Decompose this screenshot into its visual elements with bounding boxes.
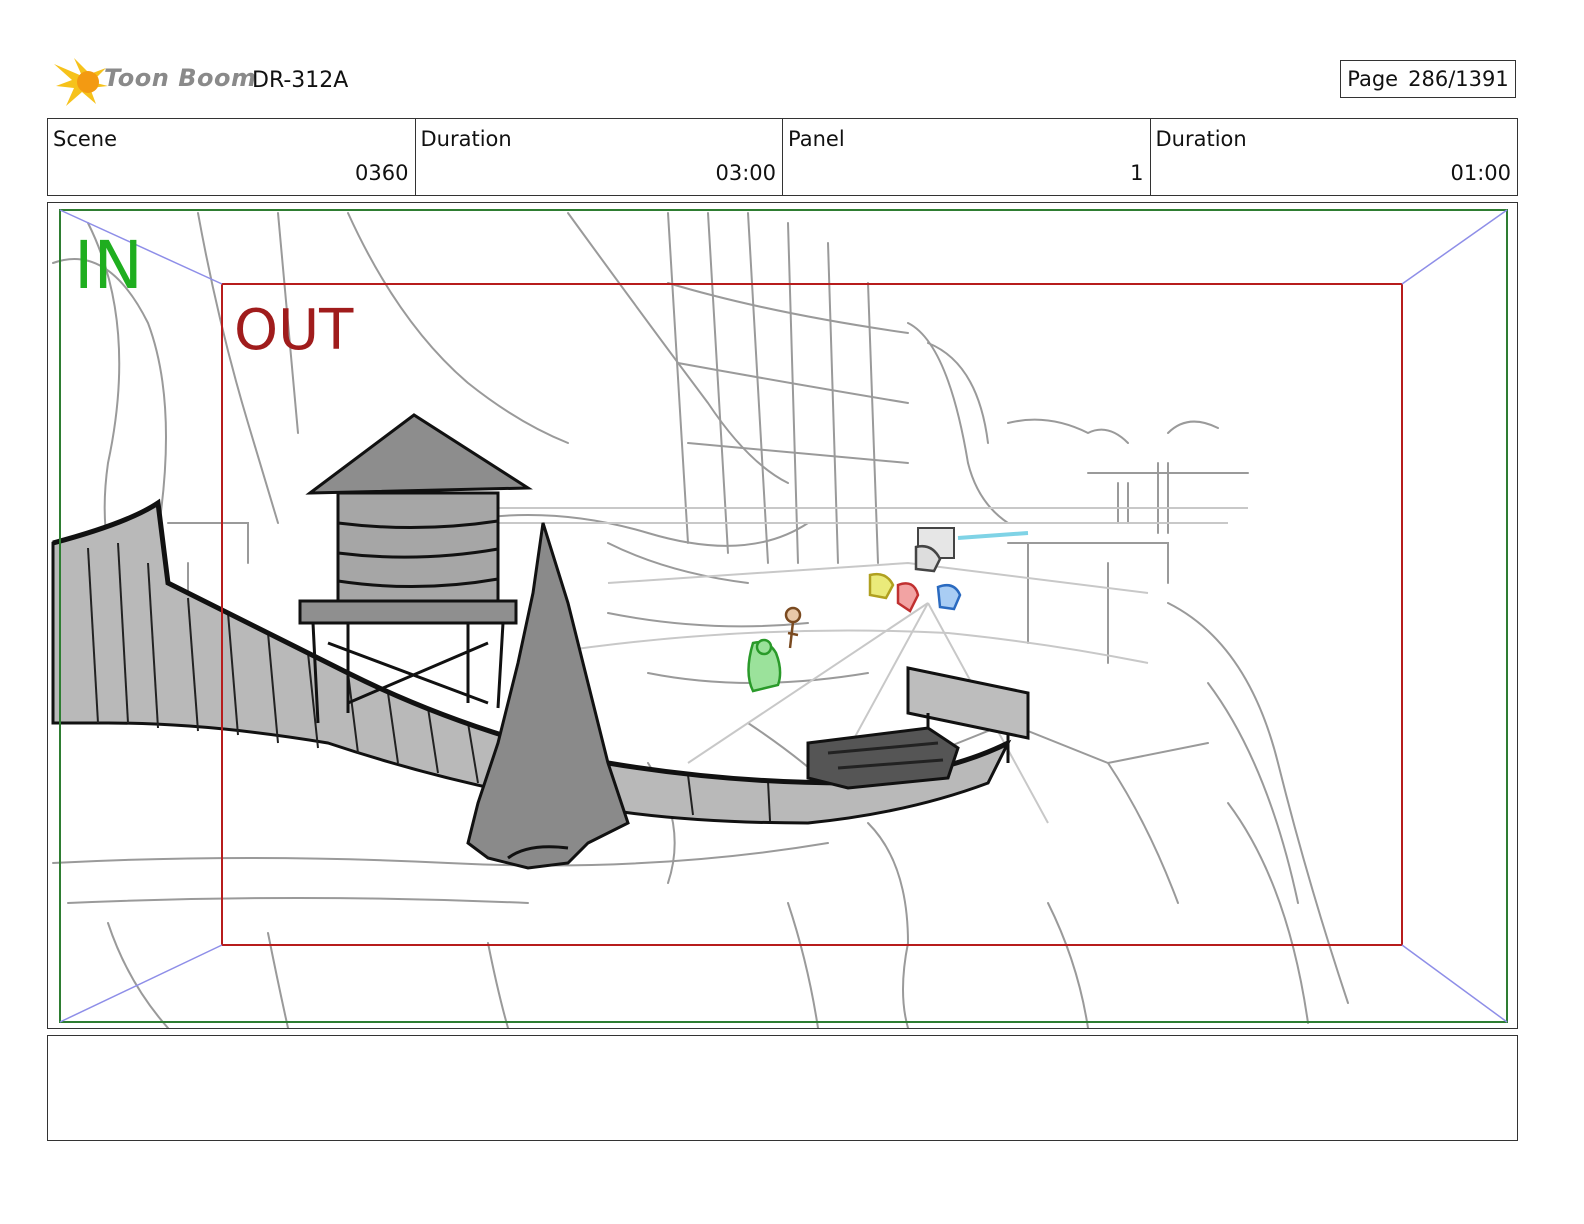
- scene-duration-cell: Duration 03:00: [416, 119, 783, 195]
- in-frame-label: IN: [74, 227, 143, 304]
- document-id: DR-312A: [252, 68, 349, 93]
- panel-duration-value: 01:00: [1450, 161, 1511, 185]
- panel-label: Panel: [788, 127, 845, 151]
- scene-duration-value: 03:00: [715, 161, 776, 185]
- toon-boom-logo: Toon Boom: [52, 56, 256, 108]
- panel-notes-box: [47, 1035, 1518, 1141]
- page-number: 286/1391: [1408, 67, 1509, 91]
- brand-name: Toon Boom: [104, 64, 257, 92]
- out-frame-label: OUT: [234, 298, 354, 363]
- storyboard-panel: IN OUT: [47, 202, 1518, 1029]
- scene-duration-label: Duration: [420, 127, 512, 151]
- page-label: Page: [1347, 67, 1399, 91]
- panel-duration-cell: Duration 01:00: [1151, 119, 1518, 195]
- panel-duration-label: Duration: [1155, 127, 1247, 151]
- panel-cell: Panel 1: [783, 119, 1151, 195]
- scene-value: 0360: [355, 161, 409, 185]
- scene-info-table: Scene 0360 Duration 03:00 Panel 1 Durati…: [47, 118, 1518, 196]
- scene-cell: Scene 0360: [48, 119, 416, 195]
- starburst-icon: [54, 58, 108, 106]
- scene-label: Scene: [53, 127, 118, 151]
- panel-value: 1: [1130, 161, 1144, 185]
- page-indicator: Page 286/1391: [1340, 60, 1516, 98]
